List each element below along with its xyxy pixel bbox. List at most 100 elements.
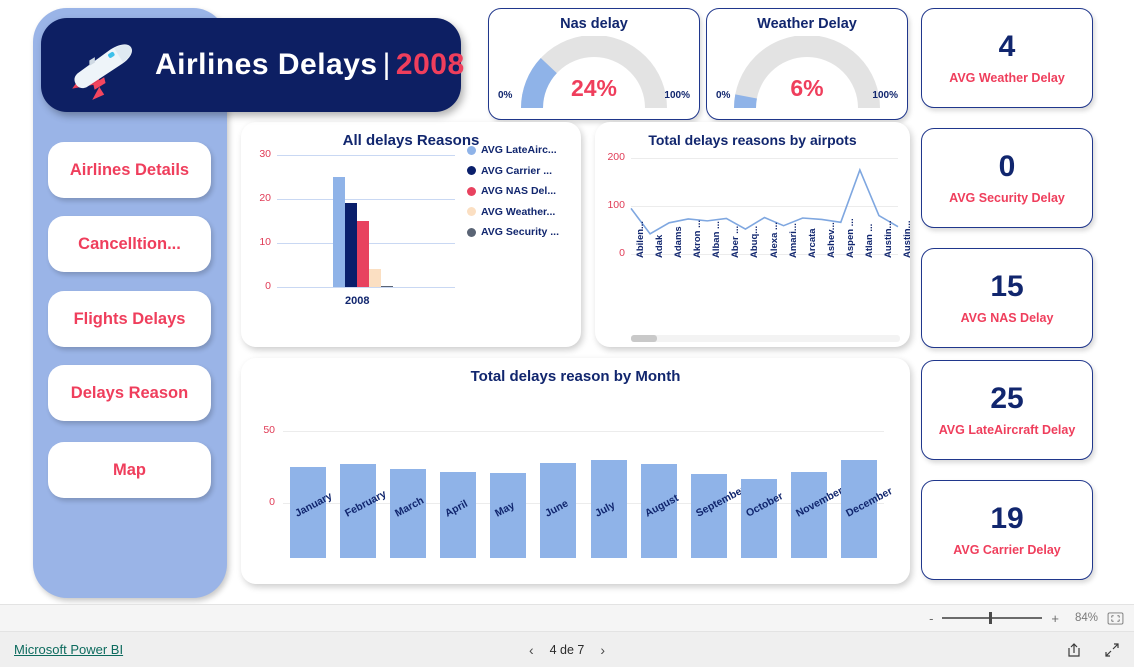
chart-total-delays-by-airports[interactable]: Total delays reasons by airpots 0 100 200 A… [595,122,913,347]
chart-x-axis-tick: Austin... [902,220,913,258]
gauge-max-label: 100% [664,90,690,101]
kpi-card-avg-weather-delay[interactable]: 4 AVG Weather Delay [921,8,1093,108]
chart-title: Total delays reasons by airpots [648,132,857,148]
chart-x-axis-tick: Amari... [787,223,799,258]
chart-gridline [283,431,884,432]
kpi-label: AVG Weather Delay [949,70,1065,85]
kpi-value: 0 [998,149,1016,183]
chart-title: Total delays reason by Month [470,368,681,385]
chart-y-axis-tick: 50 [263,424,275,436]
chart-x-axis-tick: Aspen ... [844,218,856,258]
airplane-icon [72,44,132,100]
chart-bar[interactable] [357,221,369,287]
fit-to-page-icon[interactable] [1107,611,1124,625]
zoom-out-button[interactable]: - [929,611,933,626]
chart-x-axis-tick: Atlan ... [863,223,875,258]
microsoft-power-bi-link[interactable]: Microsoft Power BI [14,642,123,657]
zoom-toolbar: - + 84% [0,604,1134,632]
sidebar-item-cancellation[interactable]: Cancelltion... [48,216,211,272]
gauge-max-label: 100% [872,90,898,101]
legend-label: AVG NAS Del... [481,185,557,197]
title-main: Airlines Delays [155,48,378,81]
chart-plot-area: 0 100 200 Abilen... Adak Adams Akron ... Alban … [595,148,913,324]
legend-item[interactable]: AVG Carrier ... [467,165,559,177]
kpi-card-avg-lateaircraft-delay[interactable]: 25 AVG LateAircraft Delay [921,360,1093,460]
report-title-banner: Airlines Delays | 2008 [41,18,464,112]
chart-gridline [277,199,455,200]
kpi-card-avg-carrier-delay[interactable]: 19 AVG Carrier Delay [921,480,1093,580]
chart-bar[interactable] [345,203,357,287]
chart-total-delays-by-month[interactable]: Total delays reason by Month 0 50 January F… [241,358,910,584]
chart-bar[interactable] [381,285,393,287]
chart-plot-area: 0 50 January February March April May June July A… [241,385,910,568]
fullscreen-icon[interactable] [1104,642,1120,658]
sidebar-item-airlines-details[interactable]: Airlines Details [48,142,211,198]
sidebar-item-label: Delays Reason [70,383,189,402]
chart-x-axis-tick: Alban ... [711,221,723,258]
chart-bar[interactable] [690,474,727,558]
chart-y-axis-tick: 30 [259,148,271,160]
kpi-card-avg-nas-delay[interactable]: 15 AVG NAS Delay [921,248,1093,348]
gauge-card-nas-delay[interactable]: Nas delay 24% 0% 100% [488,8,700,120]
sidebar-item-label: Airlines Details [69,160,190,179]
sidebar-item-label: Map [113,460,146,479]
chart-horizontal-scrollbar[interactable] [631,335,900,342]
gauge-weather-body: 6% 0% 100% [707,32,907,109]
chart-x-axis-tick: Austin... [882,220,894,258]
chart-gridline [277,287,455,288]
kpi-label: AVG Security Delay [949,190,1065,205]
legend-color-swatch [467,145,476,155]
scrollbar-thumb[interactable] [631,335,657,342]
sidebar-item-flights-delays[interactable]: Flights Delays [48,291,211,347]
legend-label: AVG Weather... [481,205,556,218]
chart-all-delays-reasons[interactable]: All delays Reasons 0 10 20 30 2008 AVG LateA… [241,122,581,347]
chart-x-axis-tick: Akron ... [692,219,704,258]
gauge-title: Weather Delay [757,16,857,32]
zoom-slider[interactable] [942,612,1043,624]
chevron-left-icon[interactable]: ‹ [529,642,534,658]
status-bar-actions [1066,642,1120,658]
chevron-right-icon[interactable]: › [600,642,605,658]
title-year: 2008 [395,48,465,81]
legend-item[interactable]: AVG NAS Del... [467,185,559,197]
zoom-slider-thumb[interactable] [989,612,993,624]
chart-y-axis-tick: 0 [269,496,275,508]
chart-y-axis-tick: 10 [259,236,271,248]
chart-x-axis-tick: Arcata [806,228,818,258]
chart-bar[interactable] [740,478,777,558]
gauge-title: Nas delay [560,16,628,32]
kpi-label: AVG LateAircraft Delay [938,422,1076,437]
zoom-in-button[interactable]: + [1051,611,1059,626]
chart-y-axis-tick: 20 [259,192,271,204]
legend-item[interactable]: AVG Security ... [467,226,559,238]
legend-item[interactable]: AVG LateAirc... [467,144,559,156]
legend-label: AVG Carrier ... [481,164,552,177]
sidebar-item-map[interactable]: Map [48,442,211,498]
chart-x-axis-tick: Adams [673,226,685,258]
sidebar-item-delays-reason[interactable]: Delays Reason [48,365,211,421]
page-title: Airlines Delays | 2008 [155,48,465,82]
chart-x-axis-tick: Adak [654,234,666,258]
chart-legend[interactable]: AVG LateAirc... AVG Carrier ... AVG NAS De… [467,144,559,247]
legend-item[interactable]: AVG Weather... [467,206,559,218]
chart-bar[interactable] [333,177,345,287]
status-bar: Microsoft Power BI ‹ 4 de 7 › [0,632,1134,667]
share-icon[interactable] [1066,642,1082,658]
legend-color-swatch [467,227,476,237]
legend-color-swatch [467,186,476,196]
page-navigation: ‹ 4 de 7 › [529,642,605,658]
kpi-card-avg-security-delay[interactable]: 0 AVG Security Delay [921,128,1093,228]
legend-label: AVG LateAirc... [481,144,557,156]
chart-bar[interactable] [369,269,381,287]
zoom-slider-track [942,617,1043,619]
report-page: Airlines Delays | 2008 Airlines Details Ca… [0,0,1134,604]
chart-y-axis-tick: 0 [265,280,271,292]
chart-x-axis-tick: Abuq... [749,225,761,258]
kpi-value: 19 [990,501,1024,535]
kpi-value: 15 [990,269,1024,303]
legend-color-swatch [467,207,476,216]
gauge-card-weather-delay[interactable]: Weather Delay 6% 0% 100% [706,8,908,120]
gauge-min-label: 0% [498,90,513,101]
kpi-value: 25 [990,381,1024,415]
chart-gridline [277,155,455,156]
